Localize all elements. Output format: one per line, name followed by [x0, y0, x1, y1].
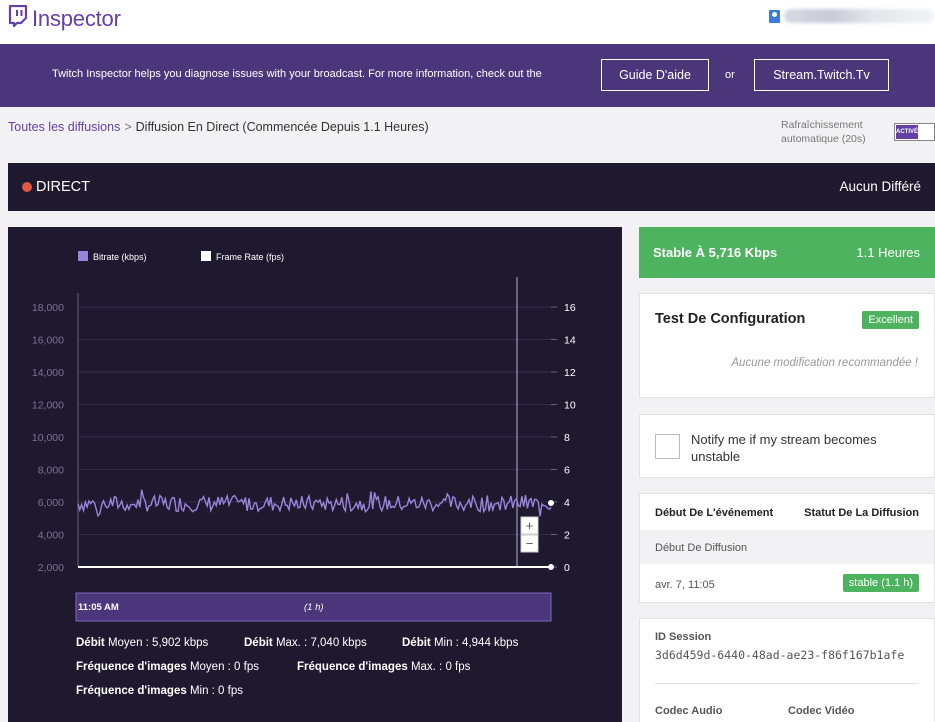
user-menu[interactable]	[769, 9, 934, 23]
legend-bitrate-label: Bitrate (kbps)	[93, 252, 147, 262]
auto-refresh-label-line1: Rafraîchissement	[781, 119, 863, 131]
stability-duration: 1.1 Heures	[856, 245, 920, 260]
bitrate-chart: Bitrate (kbps) Frame Rate (fps) 18,000 16…	[32, 251, 576, 622]
stat-fps-avg: Fréquence d'images Moyen : 0 fps	[76, 661, 259, 673]
legend-bitrate-swatch	[78, 251, 88, 261]
guide-button[interactable]: Guide D'aide	[601, 59, 709, 91]
stat-fps-max: Fréquence d'images Max. : 0 fps	[297, 661, 471, 673]
events-col-status: Statut De La Diffusion	[804, 507, 919, 519]
event-row: avr. 7, 11:05 stable (1.1 h)	[640, 564, 934, 604]
events-card: Début De L'événement Statut De La Diffus…	[639, 493, 935, 603]
right-axis-tick: 8	[564, 432, 570, 444]
events-section-label: Début De Diffusion	[655, 542, 748, 554]
events-section-row: Début De Diffusion	[640, 531, 934, 564]
info-banner: Twitch Inspector helps you diagnose issu…	[0, 44, 935, 107]
left-axis-tick: 8,000	[38, 465, 64, 477]
zoom-in-button[interactable]: +	[520, 516, 539, 535]
bitrate-endpoint-marker	[548, 500, 554, 506]
events-col-start: Début De L'événement	[655, 507, 774, 519]
stat-fps-min: Fréquence d'images Min : 0 fps	[76, 685, 243, 697]
stat-bitrate-min: Débit Min : 4,944 kbps	[402, 637, 519, 649]
zoom-out-button[interactable]: −	[520, 534, 539, 553]
config-test-title: Test De Configuration	[655, 311, 806, 327]
stability-title: Stable À 5,716 Kbps	[653, 245, 778, 260]
right-axis-tick: 10	[564, 400, 576, 412]
logo[interactable]: Inspector	[8, 4, 121, 32]
banner-text: Twitch Inspector helps you diagnose issu…	[52, 68, 542, 80]
live-status-bar: DIRECT Aucun Différé	[8, 163, 935, 211]
right-axis-tick: 6	[564, 465, 570, 477]
left-axis-tick: 10,000	[32, 432, 64, 444]
right-axis-tick: 16	[564, 302, 576, 314]
left-axis-tick: 16,000	[32, 335, 64, 347]
live-dot-icon	[22, 182, 32, 192]
live-status: DIRECT	[36, 179, 90, 195]
zoom-in-icon: +	[526, 518, 534, 533]
chart-panel: Bitrate (kbps) Frame Rate (fps) 18,000 16…	[8, 227, 622, 722]
config-status-badge: Excellent	[862, 311, 919, 329]
notify-card: Notify me if my stream becomes unstable	[639, 414, 935, 478]
auto-refresh-label: Rafraîchissement automatique (20s)	[781, 118, 881, 146]
left-axis-tick: 12,000	[32, 400, 64, 412]
auto-refresh-toggle[interactable]: ACTIVÉ	[894, 123, 935, 141]
zoom-out-icon: −	[526, 536, 534, 551]
session-id-label: ID Session	[655, 631, 712, 643]
toggle-on-label: ACTIVÉ	[896, 125, 918, 139]
breadcrumb-all-broadcasts[interactable]: Toutes les diffusions	[8, 120, 120, 134]
breadcrumb: Toutes les diffusions > Diffusion En Direc…	[8, 120, 429, 134]
right-axis-tick: 12	[564, 367, 576, 379]
auto-refresh-label-line2: automatique (20s)	[781, 133, 866, 145]
banner-or-text: or	[725, 69, 735, 81]
app-title: Inspector	[32, 5, 121, 31]
legend-framerate-swatch	[201, 251, 211, 261]
right-axis-tick: 4	[564, 497, 570, 509]
username-redacted	[784, 9, 934, 23]
timeline-duration: (1 h)	[304, 602, 324, 613]
left-axis-tick: 18,000	[32, 302, 64, 314]
breadcrumb-current: Diffusion En Direct (Commencée Depuis 1.…	[135, 120, 429, 134]
notify-checkbox[interactable]	[655, 434, 680, 459]
stability-card: Stable À 5,716 Kbps 1.1 Heures	[639, 227, 935, 278]
stream-twitch-button[interactable]: Stream.Twitch.Tv	[754, 59, 889, 91]
stat-bitrate-avg: Débit Moyen : 5,902 kbps	[76, 637, 209, 649]
user-icon	[769, 9, 780, 23]
left-axis-tick: 4,000	[38, 530, 64, 542]
right-axis-tick: 0	[564, 562, 570, 574]
legend-framerate-label: Frame Rate (fps)	[216, 252, 284, 262]
stat-bitrate-max: Débit Max. : 7,040 kbps	[244, 637, 367, 649]
session-divider	[655, 683, 919, 684]
breadcrumb-separator: >	[124, 120, 132, 134]
timeline-start: 11:05 AM	[78, 602, 119, 613]
framerate-endpoint-marker	[548, 564, 554, 570]
codec-video-label: Codec Vidéo	[788, 705, 855, 717]
right-axis-tick: 14	[564, 335, 576, 347]
twitch-glitch-icon	[8, 4, 28, 32]
event-date: avr. 7, 11:05	[655, 579, 715, 591]
session-id-value: 3d6d459d-6440-48ad-ae23-f86f167b1afe	[655, 648, 905, 662]
config-recommendation: Aucune modification recommandée !	[731, 357, 918, 369]
bitrate-series-line	[77, 489, 552, 518]
notify-label[interactable]: Notify me if my stream becomes unstable	[691, 431, 911, 465]
left-axis-tick: 6,000	[38, 497, 64, 509]
event-status-badge: stable (1.1 h)	[842, 574, 919, 592]
session-card: ID Session 3d6d459d-6440-48ad-ae23-f86f1…	[639, 618, 935, 722]
top-bar: Inspector	[0, 0, 935, 44]
delay-status: Aucun Différé	[839, 179, 921, 194]
right-axis-tick: 2	[564, 530, 570, 542]
left-axis-tick: 2,000	[38, 562, 64, 574]
left-axis-tick: 14,000	[32, 367, 64, 379]
codec-audio-label: Codec Audio	[655, 705, 723, 717]
events-header: Début De L'événement Statut De La Diffus…	[640, 494, 934, 531]
config-test-card: Test De Configuration Excellent Aucune m…	[639, 293, 935, 398]
